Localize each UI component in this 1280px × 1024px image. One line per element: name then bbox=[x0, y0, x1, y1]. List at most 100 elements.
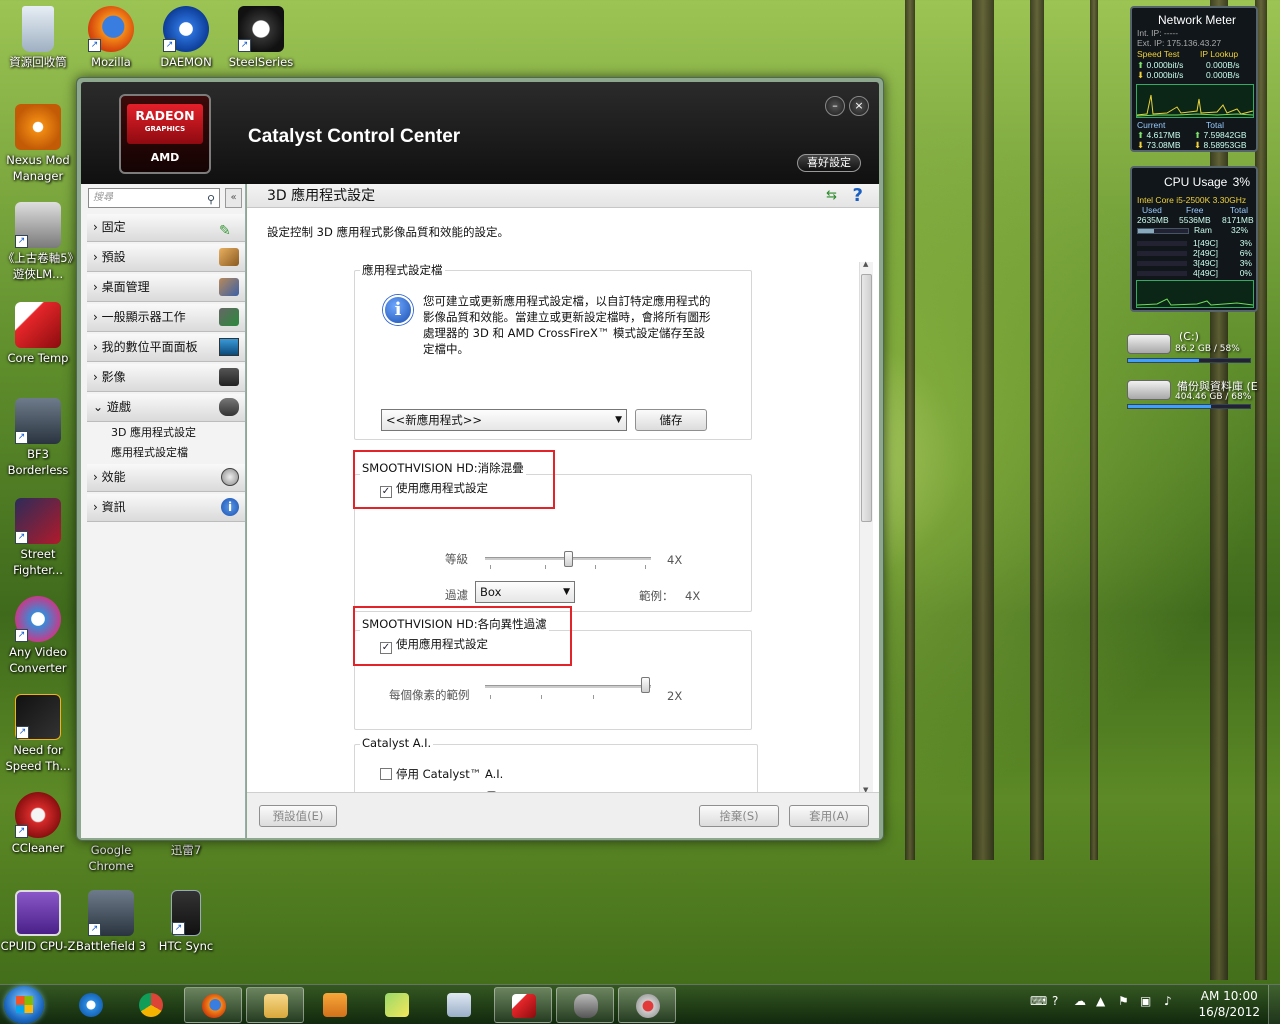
mem-total: 8171MB bbox=[1222, 215, 1254, 225]
taskbar-core-temp[interactable] bbox=[494, 987, 552, 1023]
desktop-icon-recycle-bin[interactable]: 資源回收筒 bbox=[0, 6, 76, 70]
drive-e-gadget[interactable]: 備份與資料庫 (E 404.46 GB / 68% bbox=[1127, 376, 1277, 416]
apply-button[interactable]: 套用(A) bbox=[789, 805, 869, 827]
minimize-button[interactable]: – bbox=[825, 96, 845, 116]
nav-item-information[interactable]: › 資訊 i bbox=[87, 494, 245, 522]
aa-level-label: 等級 bbox=[445, 552, 468, 566]
core-list: 1[49C] 3% 2[49C] 6% 3[49C] 3% 4[49C] 0% bbox=[1137, 238, 1255, 278]
preferences-button[interactable]: 喜好設定 bbox=[797, 154, 861, 172]
taskbar-gamepad[interactable] bbox=[556, 987, 614, 1023]
network-meter-gadget[interactable]: Network Meter Int. IP: ----- Ext. IP: 17… bbox=[1130, 6, 1258, 152]
desktop-icon-xunlei[interactable]: 迅雷7 bbox=[148, 842, 224, 858]
gauge-icon bbox=[221, 468, 239, 486]
nav-item-my-digital-flat-panels[interactable]: › 我的數位平面面板 bbox=[87, 334, 245, 362]
show-hidden-icons-icon[interactable]: ▲ bbox=[1096, 994, 1105, 1008]
cpu-usage-gadget[interactable]: CPU Usage 3% Intel Core i5-2500K 3.30GHz… bbox=[1130, 166, 1258, 312]
catalyst-control-center-window[interactable]: RADEON GRAPHICS AMD Catalyst Control Cen… bbox=[76, 77, 884, 841]
af-ppx-value: 2X bbox=[667, 689, 683, 703]
settings-scroll-area[interactable]: i 您可建立或更新應用程式設定檔，以自訂特定應用程式的影像品質和效能。當建立或更… bbox=[247, 254, 879, 792]
discard-button[interactable]: 捨棄(S) bbox=[699, 805, 779, 827]
desktop-icon-nexus-mod-manager[interactable]: Nexus Mod Manager bbox=[0, 104, 76, 184]
desktop-icon-need-for-speed[interactable]: ↗ Need for Speed Th... bbox=[0, 694, 76, 774]
desktop-icon-battlefield-3[interactable]: ↗ Battlefield 3 bbox=[73, 890, 149, 954]
af-slider[interactable] bbox=[485, 685, 651, 688]
mem-used: 2635MB bbox=[1137, 215, 1169, 225]
clock-date: 16/8/2012 bbox=[1198, 1005, 1260, 1019]
af-use-app-settings-checkbox[interactable]: ✓ 使用應用程式設定 bbox=[380, 636, 488, 654]
nav-item-pinned[interactable]: › 固定 ✎ bbox=[87, 214, 245, 242]
cpu-name: Intel Core i5-2500K 3.30GHz bbox=[1137, 195, 1247, 205]
taskbar-catalyst[interactable] bbox=[618, 987, 676, 1023]
desktop-icon-street-fighter[interactable]: ↗ Street Fighter... bbox=[0, 498, 76, 578]
desktop-icon-cpu-z[interactable]: CPUID CPU-Z bbox=[0, 890, 76, 954]
ram-bar bbox=[1137, 228, 1189, 234]
cloud-icon[interactable]: ☁ bbox=[1074, 994, 1086, 1008]
nav-item-common-display-tasks[interactable]: › 一般顯示器工作 bbox=[87, 304, 245, 332]
network-icon[interactable]: ▣ bbox=[1140, 994, 1151, 1008]
keyboard-icon[interactable]: ⌨ bbox=[1030, 994, 1047, 1008]
close-button[interactable]: × bbox=[849, 96, 869, 116]
ip-lookup-link[interactable]: IP Lookup bbox=[1200, 49, 1238, 59]
taskbar-firefox[interactable] bbox=[184, 987, 242, 1023]
desktop-icon-daemon[interactable]: ↗ DAEMON bbox=[148, 6, 224, 70]
profile-group: i 您可建立或更新應用程式設定檔，以自訂特定應用程式的影像品質和效能。當建立或更… bbox=[354, 270, 752, 440]
slider-tick bbox=[490, 695, 491, 699]
desktop-icon-google-chrome[interactable]: Google Chrome bbox=[73, 842, 149, 874]
taskbar-notes[interactable] bbox=[368, 987, 426, 1023]
internet-explorer-icon bbox=[79, 993, 103, 1017]
nav-sub-application-profiles[interactable]: 應用程式設定檔 bbox=[111, 444, 188, 460]
street-fighter-icon: ↗ bbox=[15, 498, 61, 544]
help-icon[interactable]: ? bbox=[853, 185, 863, 206]
window-header[interactable]: RADEON GRAPHICS AMD Catalyst Control Cen… bbox=[81, 82, 879, 184]
help-tray-icon[interactable]: ? bbox=[1052, 994, 1058, 1008]
vertical-scrollbar[interactable]: ▲ ▼ bbox=[859, 260, 873, 794]
volume-icon[interactable]: ♪ bbox=[1164, 994, 1172, 1008]
taskbar-media-player[interactable] bbox=[306, 987, 364, 1023]
desktop-icon-ccleaner[interactable]: ↗ CCleaner bbox=[0, 792, 76, 856]
plug-icon[interactable]: ⇆ bbox=[826, 188, 837, 203]
taskbar-explorer[interactable] bbox=[246, 987, 304, 1023]
nav-item-gaming[interactable]: ⌄ 遊戲 bbox=[87, 394, 245, 422]
aa-use-app-settings-checkbox[interactable]: ✓ 使用應用程式設定 bbox=[380, 480, 488, 498]
aa-level-slider-knob[interactable] bbox=[564, 551, 573, 567]
nav-item-performance[interactable]: › 效能 bbox=[87, 464, 245, 492]
desktop-icon-core-temp[interactable]: Core Temp bbox=[0, 302, 76, 366]
drive-c-gadget[interactable]: (C:) 86.2 GB / 58% bbox=[1127, 330, 1277, 370]
disable-catalyst-ai-checkbox[interactable]: 停用 Catalyst™ A.I. bbox=[380, 766, 503, 782]
nav-sub-3d-application-settings[interactable]: 3D 應用程式設定 bbox=[111, 424, 196, 440]
search-input[interactable]: 搜尋 ⚲ bbox=[88, 188, 220, 208]
desktop-icon-skyrim[interactable]: ↗ 《上古卷軸5》遊俠LM... bbox=[0, 202, 76, 282]
scroll-up-icon[interactable]: ▲ bbox=[863, 260, 868, 268]
taskbar-internet-explorer[interactable] bbox=[62, 987, 120, 1023]
slider-tick bbox=[593, 695, 594, 699]
show-desktop-button[interactable] bbox=[1268, 985, 1280, 1024]
taskbar-calculator[interactable] bbox=[430, 987, 488, 1023]
aa-filter-select[interactable]: Box ▼ bbox=[475, 581, 575, 603]
info-icon: i bbox=[221, 498, 239, 516]
start-button[interactable] bbox=[4, 986, 44, 1024]
nav-item-presets[interactable]: › 預設 bbox=[87, 244, 245, 272]
desktop-icon-htc-sync[interactable]: ↗ HTC Sync bbox=[148, 890, 224, 954]
mem-free: 5536MB bbox=[1179, 215, 1211, 225]
af-slider-knob[interactable] bbox=[641, 677, 650, 693]
desktop-icon-bf3-borderless[interactable]: ↗ BF3 Borderless bbox=[0, 398, 76, 478]
collapse-sidebar-button[interactable]: « bbox=[225, 188, 242, 208]
desktop-icon-any-video-converter[interactable]: ↗ Any Video Converter bbox=[0, 596, 76, 676]
nav-item-video[interactable]: › 影像 bbox=[87, 364, 245, 392]
search-icon[interactable]: ⚲ bbox=[207, 191, 215, 209]
save-profile-button[interactable]: 儲存 bbox=[635, 409, 707, 431]
af-ppx-label: 每個像素的範例 bbox=[389, 688, 470, 702]
flag-icon[interactable]: ⚑ bbox=[1118, 994, 1129, 1008]
slider-tick bbox=[595, 565, 596, 569]
system-clock[interactable]: AM 10:00 16/8/2012 bbox=[1198, 988, 1260, 1020]
desktop-icon-steelseries[interactable]: ↗ SteelSeries bbox=[223, 6, 299, 70]
defaults-button[interactable]: 預設值(E) bbox=[259, 805, 337, 827]
desktop-icon-mozilla[interactable]: ↗ Mozilla bbox=[73, 6, 149, 70]
profile-select[interactable]: <<新應用程式>> ▼ bbox=[381, 409, 627, 431]
taskbar-chrome[interactable] bbox=[122, 987, 180, 1023]
scrollbar-thumb[interactable] bbox=[861, 274, 872, 522]
nav-item-desktop-management[interactable]: › 桌面管理 bbox=[87, 274, 245, 302]
dropdown-arrow-icon: ▼ bbox=[563, 587, 570, 597]
int-ip: Int. IP: ----- bbox=[1137, 28, 1179, 38]
speed-test-link[interactable]: Speed Test bbox=[1137, 49, 1179, 59]
